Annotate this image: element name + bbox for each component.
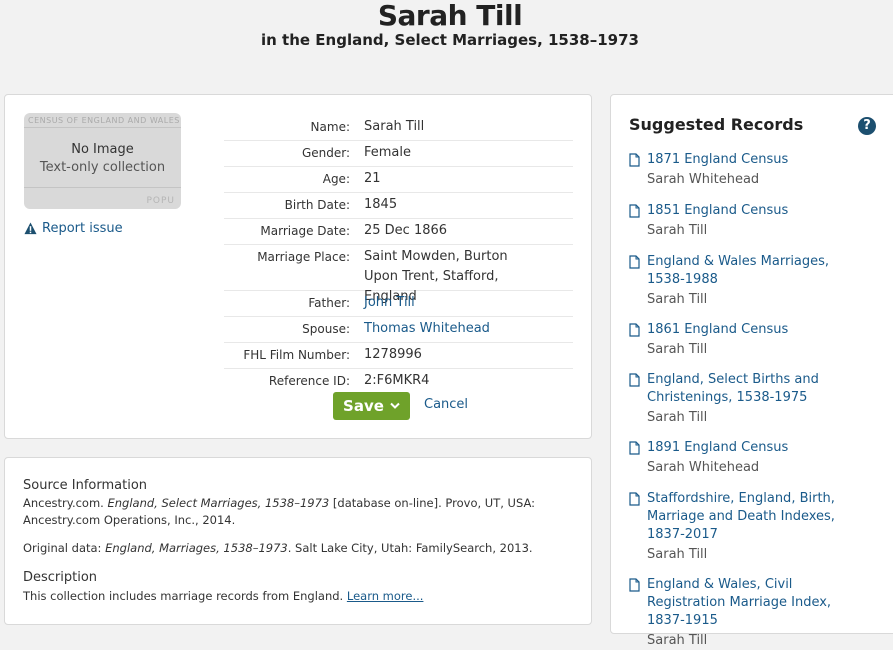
document-icon (629, 153, 640, 167)
original-suffix: . Salt Lake City, Utah: FamilySearch, 20… (287, 541, 533, 555)
suggested-record-link[interactable]: England, Select Births and Christenings,… (647, 371, 822, 407)
field-label: Age: (322, 172, 350, 186)
field-row-marriage-date: Marriage Date: 25 Dec 1866 (224, 219, 573, 245)
suggested-records-title: Suggested Records (629, 115, 804, 134)
field-label: Spouse: (302, 322, 350, 336)
document-icon (629, 373, 640, 387)
suggested-record-link[interactable]: England & Wales Marriages, 1538-1988 (647, 253, 857, 289)
suggested-record-link[interactable]: 1851 England Census (647, 202, 869, 220)
suggested-record-link[interactable]: 1861 England Census (647, 321, 869, 339)
field-label: Marriage Place: (257, 250, 350, 264)
field-value: 21 (364, 171, 381, 186)
field-row-spouse: Spouse: Thomas Whitehead (224, 317, 573, 343)
document-icon (629, 323, 640, 337)
field-label: Father: (308, 296, 350, 310)
description-heading: Description (23, 570, 98, 585)
save-label: Save (343, 397, 384, 415)
suggested-record-item: England & Wales Marriages, 1538-1988 Sar… (629, 253, 869, 309)
document-icon (629, 204, 640, 218)
document-icon (629, 492, 640, 506)
field-label: Name: (310, 120, 350, 134)
report-issue-label: Report issue (42, 221, 123, 236)
suggested-record-person: Sarah Whitehead (647, 460, 760, 475)
field-label: Gender: (301, 146, 350, 160)
field-label: Marriage Date: (260, 224, 350, 238)
suggested-records-panel: Suggested Records ? 1871 England Census … (610, 94, 893, 648)
suggested-record-link[interactable]: England & Wales, Civil Registration Marr… (647, 576, 867, 630)
description-text: This collection includes marriage record… (23, 588, 568, 605)
census-paper-texture: CENSUS OF ENGLAND AND WALES (28, 116, 180, 125)
save-button[interactable]: Save (333, 392, 410, 420)
warning-icon (24, 222, 37, 235)
suggested-record-person: Sarah Till (647, 547, 708, 562)
field-value: 1278996 (364, 347, 422, 362)
suggested-record-link[interactable]: 1871 England Census (647, 151, 869, 169)
father-link[interactable]: John Till (350, 291, 415, 316)
citation-title: England, Select Marriages, 1538–1973 (107, 496, 330, 510)
document-icon (629, 441, 640, 455)
field-label: Birth Date: (284, 198, 350, 212)
spouse-link[interactable]: Thomas Whitehead (350, 317, 490, 342)
field-row-birth-date: Birth Date: 1845 (224, 193, 573, 219)
suggested-record-item: 1871 England Census Sarah Whitehead (629, 151, 869, 189)
help-icon[interactable]: ? (858, 117, 876, 135)
field-label: Reference ID: (268, 374, 350, 388)
original-prefix: Original data: (23, 541, 106, 555)
field-value: 1845 (364, 197, 398, 212)
source-information-panel: Source Information Ancestry.com. England… (4, 457, 592, 625)
field-row-name: Name: Sarah Till (224, 115, 573, 141)
suggested-record-item: England, Select Births and Christenings,… (629, 371, 869, 427)
suggested-record-item: England & Wales, Civil Registration Marr… (629, 576, 869, 650)
suggested-record-person: Sarah Whitehead (647, 172, 760, 187)
suggested-record-person: Sarah Till (647, 223, 708, 238)
paper-texture-text: POPU (146, 196, 175, 206)
description-body: This collection includes marriage record… (23, 589, 347, 603)
field-row-fhl-film-number: FHL Film Number: 1278996 (224, 343, 573, 369)
field-row-father: Father: John Till (224, 291, 573, 317)
field-value: Female (364, 145, 412, 160)
suggested-record-item: 1891 England Census Sarah Whitehead (629, 439, 869, 477)
original-title: England, Marriages, 1538–1973 (105, 541, 288, 555)
field-label: FHL Film Number: (243, 348, 350, 362)
field-row-marriage-place: Marriage Place: Saint Mowden, Burton Upo… (224, 245, 573, 304)
text-only-label: Text-only collection (39, 160, 166, 175)
page-title: Sarah Till (377, 0, 523, 32)
field-value: Saint Mowden, Burton Upon Trent, Staffor… (364, 249, 508, 304)
suggested-record-link[interactable]: Staffordshire, England, Birth, Marriage … (647, 490, 862, 544)
record-panel: CENSUS OF ENGLAND AND WALES POPU No Imag… (4, 94, 592, 439)
learn-more-link[interactable]: Learn more... (347, 589, 424, 603)
paper-line (24, 187, 181, 188)
field-value: Sarah Till (364, 119, 425, 134)
suggested-record-person: Sarah Till (647, 633, 708, 648)
field-value: 2:F6MKR4 (364, 373, 430, 388)
suggested-record-item: 1861 England Census Sarah Till (629, 321, 869, 359)
chevron-down-icon (390, 402, 400, 409)
suggested-record-item: Staffordshire, England, Birth, Marriage … (629, 490, 869, 564)
field-row-gender: Gender: Female (224, 141, 573, 167)
suggested-record-person: Sarah Till (647, 292, 708, 307)
page-subtitle: in the England, Select Marriages, 1538–1… (261, 31, 639, 49)
source-information-heading: Source Information (23, 478, 148, 493)
suggested-record-link[interactable]: 1891 England Census (647, 439, 869, 457)
field-value: 25 Dec 1866 (364, 223, 448, 238)
citation-prefix: Ancestry.com. (23, 496, 108, 510)
suggested-record-person: Sarah Till (647, 410, 708, 425)
paper-line (24, 127, 181, 128)
suggested-record-item: 1851 England Census Sarah Till (629, 202, 869, 240)
document-icon (629, 578, 640, 592)
report-issue-link[interactable]: Report issue (24, 221, 123, 236)
cancel-link[interactable]: Cancel (424, 397, 468, 412)
suggested-record-person: Sarah Till (647, 342, 708, 357)
original-data: Original data: England, Marriages, 1538–… (23, 540, 568, 557)
no-image-label: No Image (71, 142, 134, 157)
record-fields: Name: Sarah Till Gender: Female Age: 21 … (224, 115, 573, 394)
page-header: Sarah Till in the England, Select Marria… (0, 0, 893, 49)
document-icon (629, 255, 640, 269)
field-row-reference-id: Reference ID: 2:F6MKR4 (224, 369, 573, 394)
field-row-age: Age: 21 (224, 167, 573, 193)
source-citation: Ancestry.com. England, Select Marriages,… (23, 495, 568, 529)
record-image-placeholder: CENSUS OF ENGLAND AND WALES POPU No Imag… (24, 113, 181, 209)
